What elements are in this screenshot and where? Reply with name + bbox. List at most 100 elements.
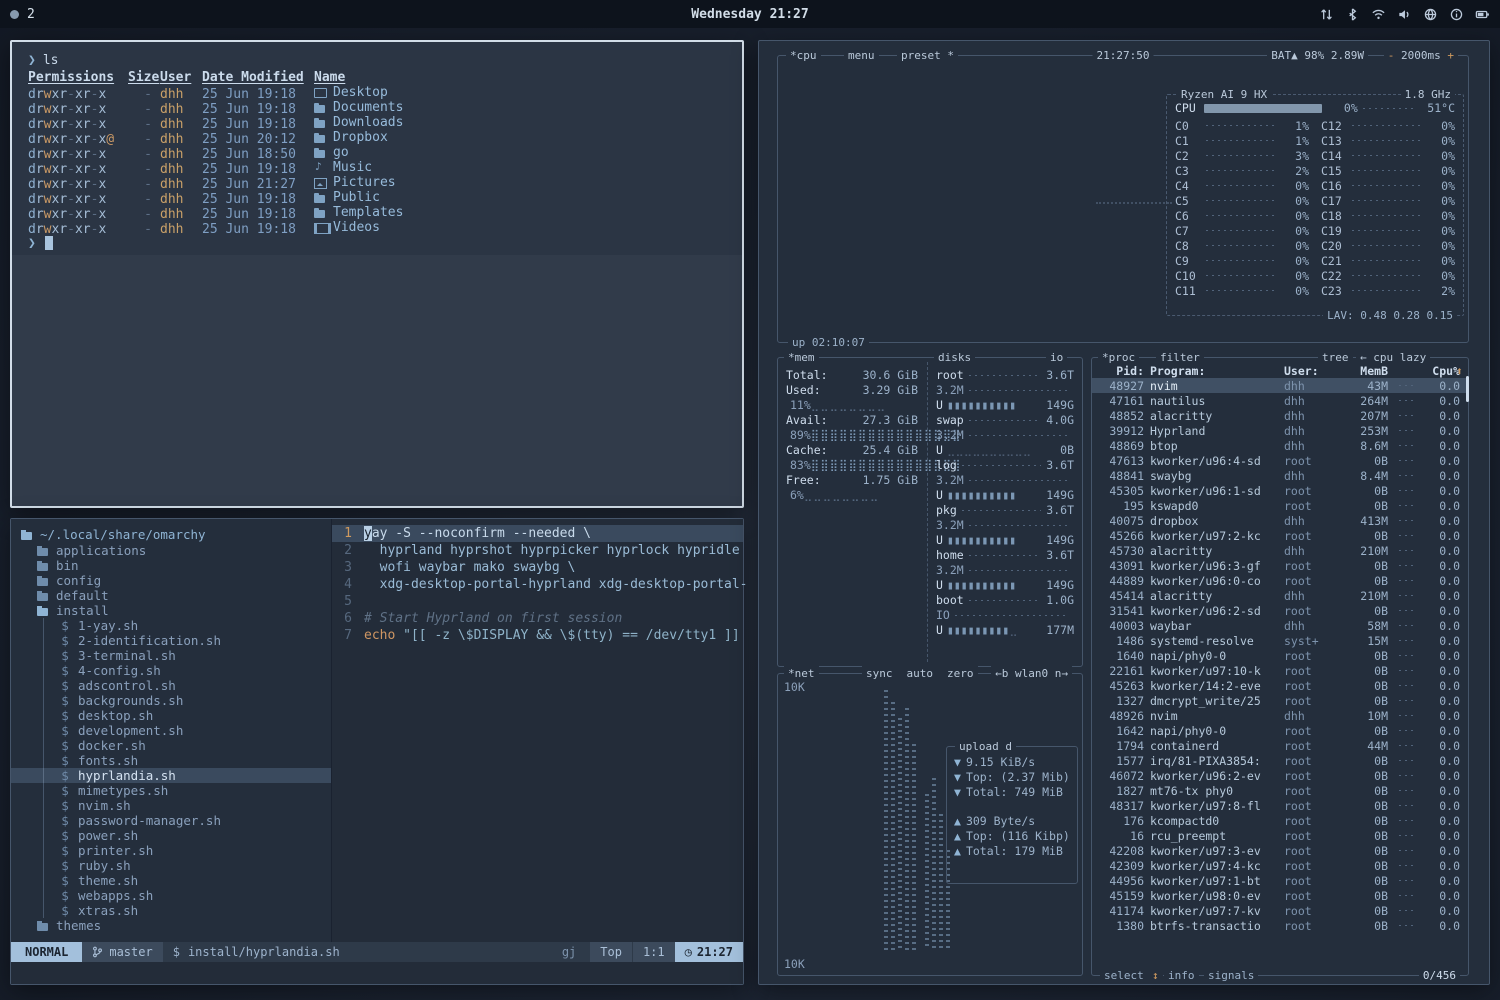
tree-item[interactable]: $adscontrol.sh: [11, 678, 331, 693]
network-globe-icon[interactable]: [1423, 7, 1438, 22]
sort-selector[interactable]: ← cpu lazy: [1356, 350, 1430, 365]
process-row[interactable]: 48841swaybgdhh8.4M0.0: [1092, 468, 1468, 483]
tree-toggle[interactable]: tree: [1318, 350, 1353, 365]
tree-item[interactable]: $hyprlandia.sh: [11, 768, 331, 783]
tree-item[interactable]: $2-identification.sh: [11, 633, 331, 648]
tree-item[interactable]: $3-terminal.sh: [11, 648, 331, 663]
workspace-indicator[interactable]: 2: [27, 7, 35, 22]
interval-decrease[interactable]: -: [1388, 49, 1395, 62]
process-row[interactable]: 1794containerdroot44M0.0: [1092, 738, 1468, 753]
tree-item[interactable]: $fonts.sh: [11, 753, 331, 768]
process-row[interactable]: 1827mt76-tx phy0root0B0.0: [1092, 783, 1468, 798]
tree-item[interactable]: $password-manager.sh: [11, 813, 331, 828]
process-row[interactable]: 48852alacrittydhh207M0.0: [1092, 408, 1468, 423]
process-row[interactable]: 40075dropboxdhh413M0.0: [1092, 513, 1468, 528]
menu-button[interactable]: menu: [844, 48, 879, 63]
process-row[interactable]: 42309kworker/u97:4-kcroot0B0.0: [1092, 858, 1468, 873]
process-row[interactable]: 46072kworker/u96:2-evroot0B0.0: [1092, 768, 1468, 783]
nvim-window[interactable]: ~/.local/share/omarchy applicationsbinco…: [10, 518, 744, 985]
tree-item[interactable]: $docker.sh: [11, 738, 331, 753]
process-row[interactable]: 1380btrfs-transactioroot0B0.0: [1092, 918, 1468, 933]
file-tree-pane[interactable]: ~/.local/share/omarchy applicationsbinco…: [11, 519, 331, 942]
process-row[interactable]: 45414alacrittydhh210M0.0: [1092, 588, 1468, 603]
process-row[interactable]: 31541kworker/u96:2-sdroot0B0.0: [1092, 603, 1468, 618]
battery-icon[interactable]: [1475, 7, 1490, 22]
header-user[interactable]: User:: [1284, 364, 1336, 378]
process-row[interactable]: 48317kworker/u97:8-flroot0B0.0: [1092, 798, 1468, 813]
header-memb[interactable]: MemB: [1342, 364, 1388, 378]
filter-button[interactable]: filter: [1156, 350, 1204, 365]
tree-item[interactable]: $development.sh: [11, 723, 331, 738]
process-row[interactable]: 1577irq/81-PIXA3854:root0B0.0: [1092, 753, 1468, 768]
info-icon[interactable]: [1449, 7, 1464, 22]
tree-item[interactable]: bin: [11, 558, 331, 573]
terminal-ls-window[interactable]: ❯ ls Permissions Size User Date Modified…: [10, 40, 744, 508]
tree-item[interactable]: $1-yay.sh: [11, 618, 331, 633]
process-row[interactable]: 1486systemd-resolvesyst+15M0.0: [1092, 633, 1468, 648]
prompt-line-current[interactable]: ❯: [28, 235, 742, 251]
wifi-icon[interactable]: [1371, 7, 1386, 22]
scroll-up-icon[interactable]: ⬆: [1456, 364, 1463, 378]
git-branch-segment[interactable]: master: [82, 942, 162, 962]
tree-item[interactable]: themes: [11, 918, 331, 933]
tree-item[interactable]: $ruby.sh: [11, 858, 331, 873]
btop-window[interactable]: *cpu menu preset * 21:27:50 BAT▲ 98% 2.8…: [758, 40, 1490, 985]
footer-updown-icon[interactable]: ↕: [1148, 968, 1163, 983]
net-modes[interactable]: syncautozero: [862, 666, 978, 681]
update-interval[interactable]: - 2000ms +: [1384, 48, 1458, 63]
command-line[interactable]: [11, 962, 743, 984]
header-cpu[interactable]: Cpu%: [1426, 364, 1460, 378]
volume-icon[interactable]: [1397, 7, 1412, 22]
header-program[interactable]: Program:: [1150, 364, 1278, 378]
tree-item[interactable]: applications: [11, 543, 331, 558]
process-row[interactable]: 42208kworker/u97:3-evroot0B0.0: [1092, 843, 1468, 858]
process-row[interactable]: 45159kworker/u98:0-evroot0B0.0: [1092, 888, 1468, 903]
footer-signals[interactable]: signals: [1204, 968, 1258, 983]
header-pid[interactable]: Pid:: [1100, 364, 1144, 378]
tree-item[interactable]: $backgrounds.sh: [11, 693, 331, 708]
footer-info[interactable]: info: [1164, 968, 1199, 983]
process-row[interactable]: 195kswapd0root0B0.0: [1092, 498, 1468, 513]
net-interface[interactable]: ←b wlan0 n→: [991, 666, 1072, 681]
process-row[interactable]: 48869btopdhh8.6M0.0: [1092, 438, 1468, 453]
process-row[interactable]: 44956kworker/u97:1-btroot0B0.0: [1092, 873, 1468, 888]
tree-item[interactable]: $xtras.sh: [11, 903, 331, 918]
process-row[interactable]: 48927nvimdhh43M0.0: [1092, 378, 1468, 393]
footer-select[interactable]: select: [1100, 968, 1148, 983]
tree-item[interactable]: $webapps.sh: [11, 888, 331, 903]
tree-item[interactable]: default: [11, 588, 331, 603]
process-row[interactable]: 41174kworker/u97:7-kvroot0B0.0: [1092, 903, 1468, 918]
process-row[interactable]: 47613kworker/u96:4-sdroot0B0.0: [1092, 453, 1468, 468]
process-row[interactable]: 39912Hyprlanddhh253M0.0: [1092, 423, 1468, 438]
process-row[interactable]: 22161kworker/u97:10-kroot0B0.0: [1092, 663, 1468, 678]
net-stats-label[interactable]: upload d: [955, 739, 1016, 754]
tree-item[interactable]: install: [11, 603, 331, 618]
process-row[interactable]: 45263kworker/14:2-everoot0B0.0: [1092, 678, 1468, 693]
tree-item[interactable]: $power.sh: [11, 828, 331, 843]
process-row[interactable]: 1640napi/phy0-0root0B0.0: [1092, 648, 1468, 663]
tree-item[interactable]: $4-config.sh: [11, 663, 331, 678]
process-row[interactable]: 1327dmcrypt_write/25root0B0.0: [1092, 693, 1468, 708]
tree-root[interactable]: ~/.local/share/omarchy: [11, 527, 331, 542]
tree-item[interactable]: $mimetypes.sh: [11, 783, 331, 798]
bluetooth-icon[interactable]: [1345, 7, 1360, 22]
preset-button[interactable]: preset *: [897, 48, 958, 63]
launcher-icon[interactable]: [10, 10, 19, 19]
process-row[interactable]: 47161nautilusdhh264M0.0: [1092, 393, 1468, 408]
process-row[interactable]: 43091kworker/u96:3-gfroot0B0.0: [1092, 558, 1468, 573]
process-row[interactable]: 16rcu_preemptroot0B0.0: [1092, 828, 1468, 843]
process-row[interactable]: 48926nvimdhh10M0.0: [1092, 708, 1468, 723]
process-row[interactable]: 176kcompactd0root0B0.0: [1092, 813, 1468, 828]
process-row[interactable]: 44889kworker/u96:0-coroot0B0.0: [1092, 573, 1468, 588]
process-row[interactable]: 45266kworker/u97:2-kcroot0B0.0: [1092, 528, 1468, 543]
process-row[interactable]: 1642napi/phy0-0root0B0.0: [1092, 723, 1468, 738]
tree-item[interactable]: $theme.sh: [11, 873, 331, 888]
tree-item[interactable]: $printer.sh: [11, 843, 331, 858]
proc-scrollbar-thumb[interactable]: [1466, 376, 1469, 402]
updown-arrows-icon[interactable]: [1319, 7, 1334, 22]
interval-increase[interactable]: +: [1447, 49, 1454, 62]
process-row[interactable]: 45730alacrittydhh210M0.0: [1092, 543, 1468, 558]
process-row[interactable]: 45305kworker/u96:1-sdroot0B0.0: [1092, 483, 1468, 498]
process-row[interactable]: 40003waybardhh58M0.0: [1092, 618, 1468, 633]
tree-item[interactable]: $desktop.sh: [11, 708, 331, 723]
